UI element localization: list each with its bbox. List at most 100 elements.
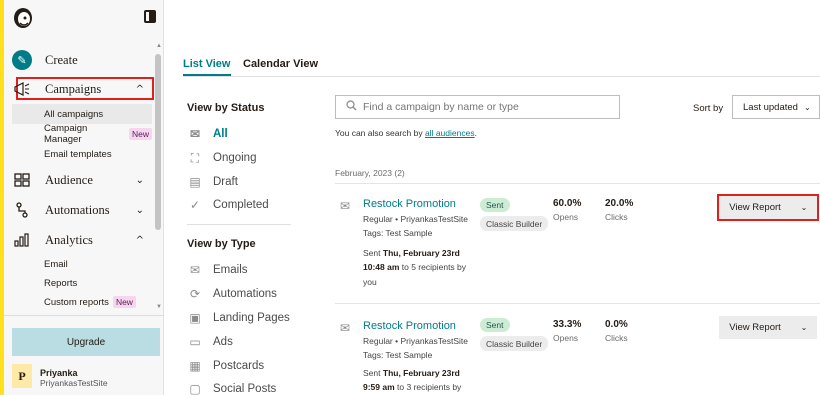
view-report-button[interactable]: View Report ⌄ — [719, 316, 817, 339]
chevron-down-icon[interactable]: ⌄ — [791, 323, 817, 332]
mailchimp-logo-icon[interactable] — [12, 6, 34, 30]
app-frame: ✎ Create Campaigns ^ All campaigns Campa… — [0, 0, 820, 395]
sent-time: 9:59 am — [363, 382, 395, 392]
campaign-sent-detail: 10:48 am to 5 recipients by — [363, 262, 466, 272]
view-report-label: View Report — [729, 322, 781, 333]
nav-automations[interactable]: Automations ⌄ — [12, 198, 152, 222]
filter-type-ads[interactable]: ▭ Ads — [187, 332, 307, 352]
filter-label: Emails — [213, 264, 248, 276]
view-report-label: View Report — [729, 202, 781, 213]
sent-prefix: Sent — [363, 248, 381, 258]
nav-campaign-manager[interactable]: Campaign Manager New — [12, 123, 152, 145]
sub-item-label: Campaign Manager — [44, 123, 88, 145]
sort-selected-value: Last updated — [743, 101, 798, 113]
nav-create[interactable]: ✎ Create — [12, 48, 152, 72]
automation-icon: ⟳ — [189, 287, 201, 301]
envelope-open-icon: ✉ — [189, 127, 201, 141]
filter-status-draft[interactable]: ▤ Draft — [187, 172, 307, 192]
hint-suffix: . — [474, 128, 477, 138]
new-badge: New — [112, 296, 136, 308]
sidebar-collapse-icon[interactable] — [144, 10, 156, 23]
filter-label: Postcards — [213, 360, 265, 372]
opens-label: Opens — [553, 212, 579, 222]
nav-analytics[interactable]: Analytics ^ — [12, 228, 152, 252]
bar-chart-icon — [12, 230, 32, 250]
upgrade-button[interactable]: Upgrade — [12, 328, 160, 356]
chevron-down-icon: ⌄ — [803, 102, 811, 112]
ads-icon: ▭ — [189, 335, 201, 349]
megaphone-icon — [12, 79, 32, 99]
user-name: Priyanka — [40, 368, 78, 378]
campaign-sent-line: Sent Thu, February 23rd — [363, 248, 460, 258]
scroll-up-icon[interactable]: ▲ — [156, 43, 162, 49]
nav-reports[interactable]: Reports — [12, 273, 152, 293]
chevron-up-icon: ^ — [135, 234, 144, 246]
email-icon: ✉ — [189, 263, 201, 277]
opens-value: 60.0% — [553, 198, 582, 209]
nav-audience[interactable]: Audience ⌄ — [12, 168, 152, 192]
filter-type-postcards[interactable]: ▦ Postcards — [187, 356, 307, 376]
search-box[interactable] — [335, 95, 620, 119]
builder-badge: Classic Builder — [480, 336, 549, 351]
campaign-sent-detail: 9:59 am to 3 recipients by — [363, 382, 461, 392]
campaign-meta: Regular • PriyankasTestSite — [363, 336, 469, 346]
sent-time: 10:48 am — [363, 262, 400, 272]
filter-type-landing-pages[interactable]: ▣ Landing Pages — [187, 308, 307, 328]
filter-status-completed[interactable]: ✓ Completed — [187, 195, 307, 215]
email-campaign-icon: ✉ — [339, 321, 351, 335]
view-report-button[interactable]: View Report ⌄ — [717, 194, 819, 221]
campaign-title[interactable]: Restock Promotion — [363, 198, 456, 210]
status-badge: Sent — [480, 198, 510, 212]
scroll-down-icon[interactable]: ▼ — [156, 304, 162, 310]
filter-label: All — [213, 128, 228, 140]
filter-label: Social Posts — [213, 383, 277, 395]
nav-campaigns[interactable]: Campaigns ^ — [12, 77, 152, 101]
draft-icon: ▤ — [189, 175, 201, 189]
campaign-sent-by: you — [363, 277, 377, 287]
sidebar-scrollbar[interactable] — [155, 54, 161, 230]
chevron-down-icon: ⌄ — [135, 174, 144, 186]
nav-audience-label: Audience — [45, 172, 93, 187]
postcard-icon: ▦ — [189, 359, 201, 373]
filter-type-automations[interactable]: ⟳ Automations — [187, 284, 307, 304]
hint-text: You can also search by — [335, 128, 423, 138]
status-filter-heading: View by Status — [187, 102, 265, 114]
search-hint: You can also search by all audiences. — [335, 128, 477, 138]
campaign-meta: Regular • PriyankasTestSite — [363, 214, 469, 224]
main-content: List View Calendar View View by Status ✉… — [165, 0, 820, 395]
filter-status-all[interactable]: ✉ All — [187, 124, 307, 144]
builder-badge: Classic Builder — [480, 216, 549, 231]
filter-type-emails[interactable]: ✉ Emails — [187, 260, 307, 280]
campaign-tags: Tags: Test Sample — [363, 228, 433, 238]
sub-item-label: Custom reports — [44, 296, 109, 308]
sent-prefix: Sent — [363, 368, 381, 378]
pencil-icon: ✎ — [12, 50, 32, 70]
filter-status-ongoing[interactable]: ⛶ Ongoing — [187, 148, 307, 168]
sidebar: ✎ Create Campaigns ^ All campaigns Campa… — [4, 0, 164, 395]
nav-email-analytics[interactable]: Email — [12, 254, 152, 274]
campaign-title[interactable]: Restock Promotion — [363, 320, 456, 332]
tab-list-view[interactable]: List View — [183, 58, 230, 70]
tab-calendar-view[interactable]: Calendar View — [243, 58, 318, 70]
campaign-tags: Tags: Test Sample — [363, 350, 433, 360]
chevron-down-icon: ⌄ — [135, 204, 144, 216]
social-post-icon: ▢ — [189, 382, 201, 395]
nav-all-campaigns[interactable]: All campaigns — [12, 104, 152, 124]
campaign-sent-line: Sent Thu, February 23rd — [363, 368, 460, 378]
avatar[interactable]: P — [12, 364, 32, 388]
filter-type-social-posts[interactable]: ▢ Social Posts — [187, 379, 307, 395]
filter-label: Ads — [213, 336, 233, 348]
status-badge: Sent — [480, 318, 510, 332]
new-badge: New — [128, 128, 152, 140]
search-input[interactable] — [363, 101, 613, 113]
chevron-down-icon[interactable]: ⌄ — [791, 203, 817, 212]
sub-item-label: Email templates — [44, 148, 112, 160]
all-audiences-link[interactable]: all audiences — [425, 128, 475, 138]
nav-campaigns-label: Campaigns — [45, 81, 102, 96]
clicks-label: Clicks — [605, 212, 628, 222]
audience-icon — [12, 170, 32, 190]
chevron-up-icon: ^ — [135, 83, 144, 95]
sort-dropdown[interactable]: Last updated ⌄ — [732, 95, 820, 119]
nav-custom-reports[interactable]: Custom reports New — [12, 292, 152, 312]
nav-email-templates[interactable]: Email templates — [12, 144, 152, 164]
